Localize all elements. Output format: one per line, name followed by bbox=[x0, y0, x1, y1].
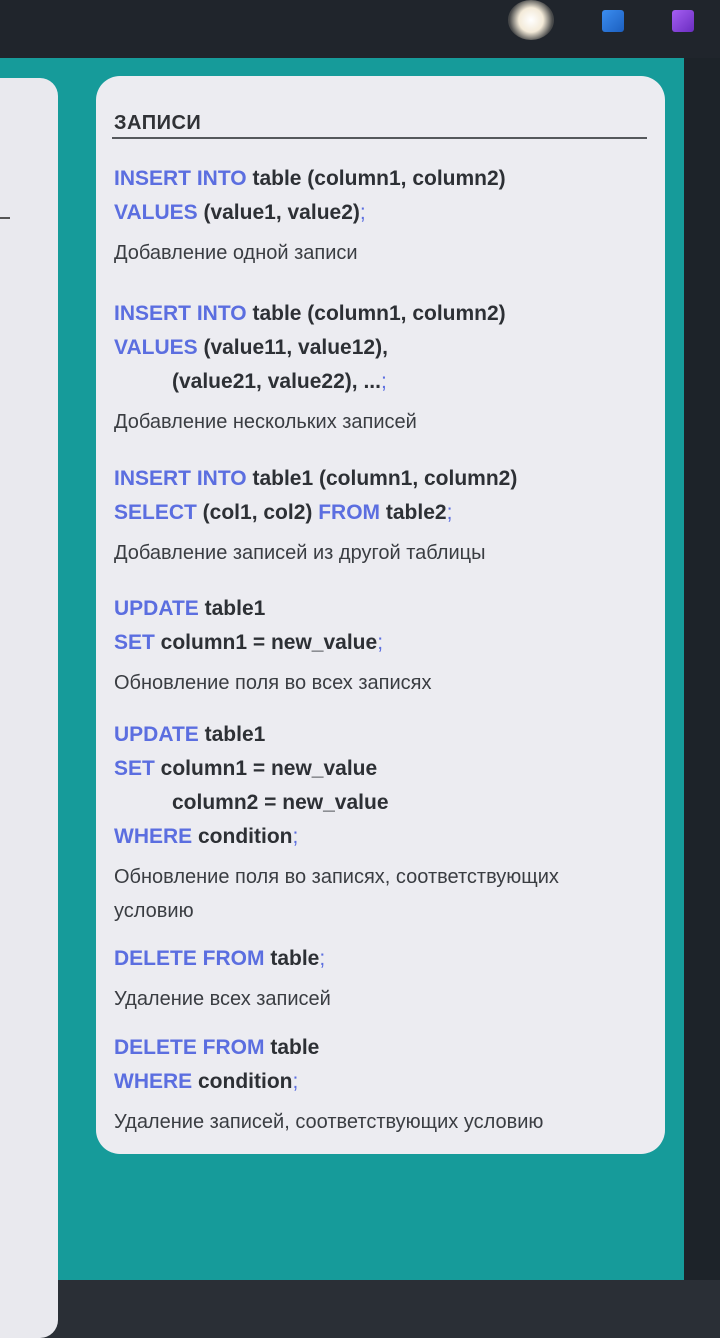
code-line: SET column1 = new_value bbox=[114, 757, 378, 780]
insert-single-section: INSERT INTO table (column1, column2) VAL… bbox=[114, 162, 506, 270]
section-description: Обновление поля во записях, соответствую… bbox=[114, 866, 559, 922]
screen-glare bbox=[508, 0, 554, 40]
card-title: ЗАПИСИ bbox=[114, 112, 202, 134]
delete-all-section: DELETE FROM table; Удаление всех записей bbox=[114, 942, 331, 1016]
code-line: INSERT INTO table (column1, column2) bbox=[114, 167, 506, 190]
section-description: Обновление поля во всех записях bbox=[114, 672, 432, 694]
update-all-section: UPDATE table1 SET column1 = new_value; О… bbox=[114, 592, 431, 700]
screen-edge bbox=[684, 58, 720, 1280]
code-line: SET column1 = new_value; bbox=[114, 631, 384, 654]
code-line: WHERE condition; bbox=[114, 1070, 299, 1093]
insert-multiple-section: INSERT INTO table (column1, column2) VAL… bbox=[114, 297, 506, 439]
insert-select-section: INSERT INTO table1 (column1, column2) SE… bbox=[114, 462, 517, 570]
section-description: Удаление записей, соответствующих услови… bbox=[114, 1111, 544, 1133]
section-description: Удаление всех записей bbox=[114, 988, 331, 1010]
code-line: INSERT INTO table1 (column1, column2) bbox=[114, 467, 518, 490]
code-line: (value21, value22), ...; bbox=[172, 370, 387, 393]
blue-app-icon[interactable] bbox=[602, 10, 624, 32]
update-where-section: UPDATE table1 SET column1 = new_value co… bbox=[114, 718, 634, 928]
code-line: INSERT INTO table (column1, column2) bbox=[114, 302, 506, 325]
taskbar bbox=[0, 0, 720, 60]
previous-card-rule bbox=[0, 217, 10, 219]
delete-where-section: DELETE FROM table WHERE condition; Удале… bbox=[114, 1031, 543, 1139]
code-line: VALUES (value11, value12), bbox=[114, 336, 388, 359]
code-line: UPDATE table1 bbox=[114, 723, 266, 746]
code-line: UPDATE table1 bbox=[114, 597, 266, 620]
section-description: Добавление нескольких записей bbox=[114, 411, 417, 433]
code-line: column2 = new_value bbox=[172, 791, 389, 814]
records-card: ЗАПИСИ INSERT INTO table (column1, colum… bbox=[96, 76, 665, 1154]
section-description: Добавление одной записи bbox=[114, 242, 358, 264]
previous-card bbox=[0, 78, 58, 1338]
code-line: DELETE FROM table; bbox=[114, 947, 326, 970]
section-description: Добавление записей из другой таблицы bbox=[114, 542, 486, 564]
code-line: VALUES (value1, value2); bbox=[114, 201, 366, 224]
code-line: DELETE FROM table bbox=[114, 1036, 320, 1059]
code-line: SELECT (col1, col2) FROM table2; bbox=[114, 501, 453, 524]
code-line: WHERE condition; bbox=[114, 825, 299, 848]
title-underline bbox=[112, 137, 647, 139]
purple-app-icon[interactable] bbox=[672, 10, 694, 32]
